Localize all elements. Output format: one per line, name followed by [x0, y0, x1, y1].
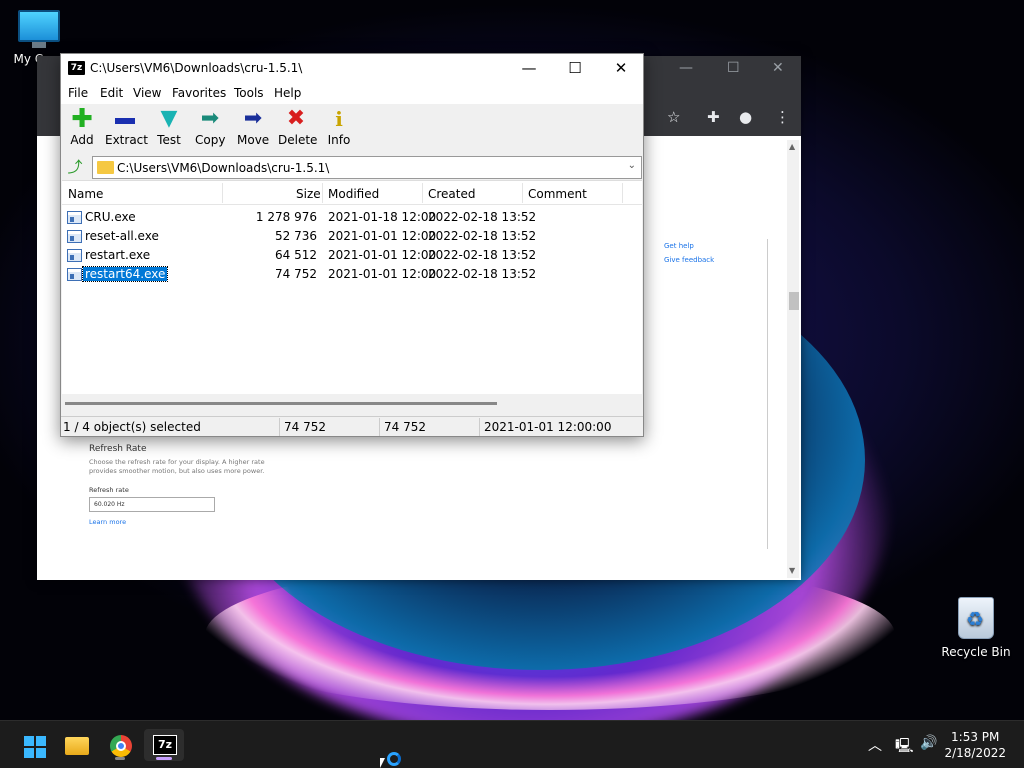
- chevron-up-icon[interactable]: ︿: [868, 735, 882, 755]
- taskbar-file-explorer[interactable]: [56, 729, 96, 761]
- menu-help[interactable]: Help: [274, 86, 301, 100]
- toolbar: ✚ Add Extract ▼ Test ➡ Copy ➡ Move ✖ Del…: [61, 104, 643, 154]
- extract-button[interactable]: Extract: [105, 108, 148, 147]
- scroll-up-icon[interactable]: ▲: [789, 142, 795, 151]
- star-icon[interactable]: ☆: [667, 108, 680, 126]
- volume-icon[interactable]: 🔊: [920, 735, 937, 751]
- sevenzip-window[interactable]: 7z C:\Users\VM6\Downloads\cru-1.5.1\ — ☐…: [60, 53, 644, 437]
- monitor-icon: [18, 10, 60, 42]
- table-row[interactable]: restart.exe 64 512 2021-01-01 12:00 2022…: [62, 246, 642, 265]
- table-row[interactable]: reset-all.exe 52 736 2021-01-01 12:00 20…: [62, 227, 642, 246]
- exe-file-icon: [67, 230, 82, 243]
- exe-file-icon: [67, 268, 82, 281]
- desktop-icon-recycle-bin[interactable]: Recycle Bin: [940, 597, 1012, 659]
- taskbar: 7z ︿ 🖳 🔊 1:53 PM 2/18/2022: [0, 720, 1024, 768]
- close-button[interactable]: ✕: [598, 54, 644, 84]
- wallpaper-rim: [205, 560, 895, 710]
- sevenzip-icon: 7z: [153, 735, 177, 755]
- network-icon[interactable]: 🖳: [895, 735, 914, 759]
- taskbar-clock[interactable]: 1:53 PM 2/18/2022: [944, 729, 1006, 761]
- status-date: 2021-01-01 12:00:00: [484, 420, 612, 434]
- column-name[interactable]: Name: [68, 187, 103, 201]
- mouse-cursor-icon: [380, 758, 385, 768]
- info-icon: i: [335, 107, 343, 131]
- status-packed: 74 752: [384, 420, 426, 434]
- learn-more-link[interactable]: Learn more: [89, 518, 126, 526]
- folder-icon: [65, 737, 89, 755]
- browser-scrollbar[interactable]: [787, 140, 799, 578]
- menu-bar: File Edit View Favorites Tools Help: [61, 84, 643, 104]
- start-button[interactable]: [12, 729, 52, 761]
- window-title: C:\Users\VM6\Downloads\cru-1.5.1\: [90, 61, 303, 75]
- address-bar: ⤴ C:\Users\VM6\Downloads\cru-1.5.1\ ⌄: [61, 154, 643, 180]
- arrow-right-icon: ➡: [200, 106, 220, 131]
- info-button[interactable]: i Info: [327, 108, 351, 147]
- status-selection: 1 / 4 object(s) selected: [63, 420, 201, 434]
- column-comment[interactable]: Comment: [528, 187, 587, 201]
- plus-icon: ✚: [71, 104, 93, 134]
- column-size[interactable]: Size: [296, 187, 321, 201]
- clock-time: 1:53 PM: [951, 730, 1000, 744]
- sevenzip-titlebar[interactable]: 7z C:\Users\VM6\Downloads\cru-1.5.1\ — ☐…: [61, 54, 643, 84]
- close-icon[interactable]: ✕: [772, 60, 784, 76]
- exe-file-icon: [67, 249, 82, 262]
- column-created[interactable]: Created: [428, 187, 476, 201]
- address-field[interactable]: C:\Users\VM6\Downloads\cru-1.5.1\ ⌄: [92, 156, 642, 179]
- minimize-button[interactable]: —: [506, 54, 552, 84]
- get-help-link[interactable]: Get help: [664, 242, 694, 250]
- recycle-bin-icon: [958, 597, 994, 639]
- refresh-rate-description: Choose the refresh rate for your display…: [89, 458, 265, 475]
- status-bar: 1 / 4 object(s) selected 74 752 74 752 2…: [61, 416, 643, 436]
- minimize-icon[interactable]: —: [679, 60, 693, 76]
- chevron-down-icon[interactable]: ⌄: [628, 160, 636, 171]
- horizontal-scrollbar[interactable]: [62, 394, 642, 412]
- taskbar-chrome[interactable]: [100, 729, 140, 761]
- copy-button[interactable]: ➡ Copy: [195, 106, 225, 148]
- folder-icon: [97, 161, 114, 174]
- address-text: C:\Users\VM6\Downloads\cru-1.5.1\: [117, 161, 330, 175]
- menu-file[interactable]: File: [68, 86, 88, 100]
- check-icon: ▼: [160, 106, 178, 131]
- scroll-down-icon[interactable]: ▼: [789, 566, 795, 575]
- add-button[interactable]: ✚ Add: [70, 104, 94, 147]
- extensions-icon[interactable]: ✚: [707, 108, 720, 126]
- refresh-rate-label: Refresh rate: [89, 486, 129, 494]
- x-icon: ✖: [286, 106, 306, 131]
- file-list[interactable]: Name Size Modified Created Comment CRU.e…: [62, 180, 642, 412]
- folder-up-button[interactable]: ⤴: [64, 157, 86, 177]
- browser-scroll-thumb[interactable]: [789, 292, 799, 310]
- move-button[interactable]: ➡ Move: [237, 106, 269, 148]
- exe-file-icon: [67, 211, 82, 224]
- menu-favorites[interactable]: Favorites: [172, 86, 226, 100]
- windows-logo-icon: [24, 736, 46, 758]
- refresh-rate-select[interactable]: 60.020 Hz: [89, 497, 215, 512]
- table-row[interactable]: CRU.exe 1 278 976 2021-01-18 12:00 2022-…: [62, 208, 642, 227]
- give-feedback-link[interactable]: Give feedback: [664, 256, 714, 264]
- status-size: 74 752: [284, 420, 326, 434]
- sevenzip-app-icon: 7z: [68, 61, 85, 75]
- test-button[interactable]: ▼ Test: [156, 106, 182, 148]
- delete-button[interactable]: ✖ Delete: [278, 106, 317, 148]
- desktop-icon-label: Recycle Bin: [941, 645, 1011, 659]
- maximize-icon[interactable]: ☐: [727, 60, 740, 76]
- taskbar-7zip[interactable]: 7z: [144, 729, 184, 761]
- chrome-icon: [110, 735, 132, 757]
- table-row-selected[interactable]: restart64.exe 74 752 2021-01-01 12:00 20…: [62, 265, 642, 284]
- refresh-rate-title: Refresh Rate: [89, 444, 147, 454]
- menu-icon[interactable]: ⋮: [775, 108, 790, 126]
- active-indicator: [156, 757, 172, 760]
- menu-edit[interactable]: Edit: [100, 86, 123, 100]
- minus-icon: [105, 108, 145, 130]
- maximize-button[interactable]: ☐: [552, 54, 598, 84]
- busy-cursor-icon: [387, 752, 401, 766]
- menu-view[interactable]: View: [133, 86, 161, 100]
- file-list-header: Name Size Modified Created Comment: [62, 181, 642, 205]
- menu-tools[interactable]: Tools: [234, 86, 264, 100]
- arrow-right-icon: ➡: [243, 106, 263, 131]
- profile-icon[interactable]: ●: [739, 108, 752, 126]
- clock-date: 2/18/2022: [944, 746, 1006, 760]
- running-indicator: [115, 757, 125, 760]
- column-modified[interactable]: Modified: [328, 187, 379, 201]
- horizontal-scroll-thumb[interactable]: [65, 402, 497, 405]
